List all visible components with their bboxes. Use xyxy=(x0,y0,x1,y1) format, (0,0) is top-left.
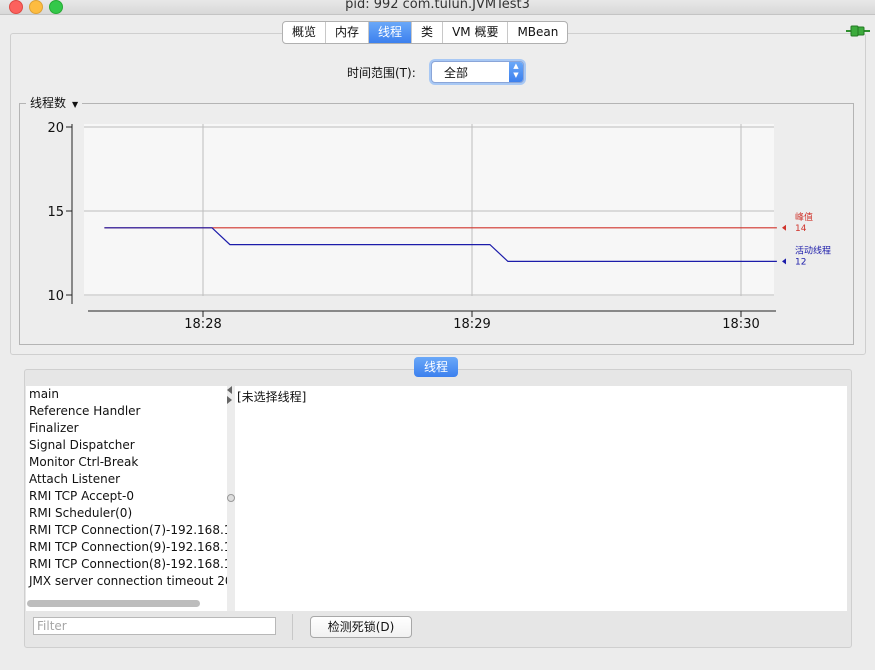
plot-area xyxy=(84,124,774,296)
y-tick-label: 10 xyxy=(47,289,64,304)
tab-mbean[interactable]: MBean xyxy=(508,22,567,43)
tab-overview[interactable]: 概览 xyxy=(283,22,327,43)
thread-list-item[interactable]: Reference Handler xyxy=(26,403,227,420)
collapse-left-icon[interactable] xyxy=(227,386,232,394)
time-range-value: 全部 xyxy=(444,66,469,80)
chevron-updown-icon: ▲ ▼ xyxy=(509,62,523,82)
series-value-label: 12 xyxy=(795,257,806,267)
time-range-select[interactable]: 全部 ▲ ▼ xyxy=(431,61,524,83)
series-marker xyxy=(782,258,786,265)
thread-list-item[interactable]: main xyxy=(26,386,227,403)
split-handle-icon[interactable] xyxy=(227,494,235,502)
x-tick-label: 18:29 xyxy=(453,317,490,332)
tab-memory[interactable]: 内存 xyxy=(326,22,370,43)
expand-right-icon[interactable] xyxy=(227,396,232,404)
window-title: pid: 992 com.tulun.JVMTest3 xyxy=(345,0,530,12)
tab-vm-summary[interactable]: VM 概要 xyxy=(443,22,509,43)
series-name-label: 峰值 xyxy=(795,211,813,223)
threads-section-button[interactable]: 线程 xyxy=(414,357,458,377)
thread-list-item[interactable]: RMI TCP Connection(8)-192.168.1 xyxy=(26,556,227,573)
thread-list-item[interactable]: JMX server connection timeout 20 xyxy=(26,573,227,590)
thread-list-item[interactable]: Attach Listener xyxy=(26,471,227,488)
x-tick-label: 18:30 xyxy=(722,317,759,332)
series-marker xyxy=(782,224,786,231)
connection-icon xyxy=(846,25,870,37)
tab-threads[interactable]: 线程 xyxy=(369,22,413,43)
title-bar: pid: 992 com.tulun.JVMTest3 xyxy=(0,0,875,15)
thread-list-item[interactable]: RMI TCP Accept-0 xyxy=(26,488,227,505)
thread-list-item[interactable]: Finalizer xyxy=(26,420,227,437)
thread-list[interactable]: main Reference Handler Finalizer Signal Dis… xyxy=(26,386,227,611)
series-value-label: 14 xyxy=(795,224,807,234)
thread-list-item[interactable]: RMI Scheduler(0) xyxy=(26,505,227,522)
thread-list-item[interactable]: RMI TCP Connection(7)-192.168.1 xyxy=(26,522,227,539)
separator xyxy=(292,614,293,640)
thread-list-item[interactable]: RMI TCP Connection(9)-192.168.1 xyxy=(26,539,227,556)
x-tick-label: 18:28 xyxy=(184,317,221,332)
thread-list-item[interactable]: Monitor Ctrl-Break xyxy=(26,454,227,471)
series-name-label: 活动线程 xyxy=(795,244,831,256)
tab-classes[interactable]: 类 xyxy=(412,22,444,43)
thread-details: [未选择线程] xyxy=(235,386,847,611)
filter-input[interactable] xyxy=(33,617,276,635)
time-range-label: 时间范围(T): xyxy=(347,66,416,80)
thread-list-scrollbar[interactable] xyxy=(27,600,200,607)
thread-details-text: [未选择线程] xyxy=(237,390,307,404)
tab-bar: 概览 内存 线程 类 VM 概要 MBean xyxy=(282,21,569,44)
thread-count-chart: 10 15 20 18:28 18:29 18:30 峰值14 活动线程12 xyxy=(47,121,831,332)
y-tick-label: 15 xyxy=(47,205,64,220)
y-tick-label: 20 xyxy=(47,121,64,136)
detect-deadlock-button[interactable]: 检测死锁(D) xyxy=(310,616,412,638)
split-divider[interactable] xyxy=(227,386,235,611)
thread-list-item[interactable]: Signal Dispatcher xyxy=(26,437,227,454)
